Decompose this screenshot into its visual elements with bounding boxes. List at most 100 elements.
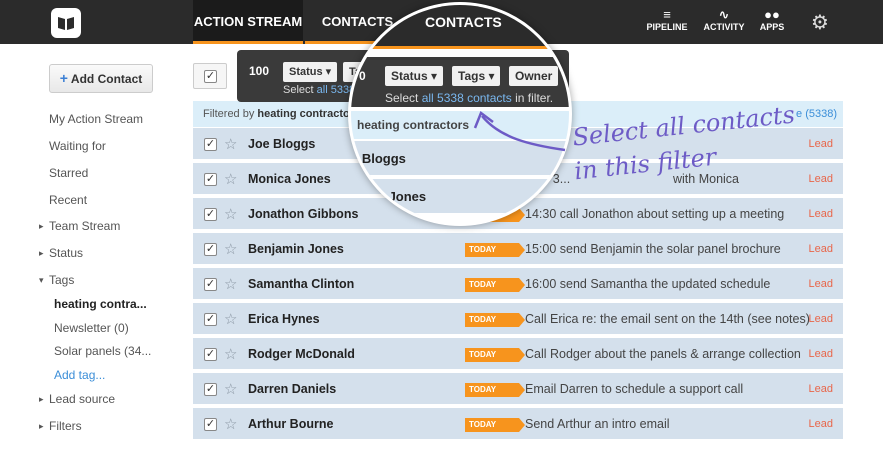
today-badge: TODAY	[465, 348, 525, 362]
magnified-row-2-name: onica Jones	[351, 189, 427, 204]
sidebar-item-tags[interactable]: Tags	[39, 273, 75, 287]
contact-name[interactable]: Monica Jones	[248, 172, 331, 186]
task-text[interactable]: Send Arthur an intro email	[525, 417, 670, 431]
lead-status-label[interactable]: Lead	[809, 278, 833, 290]
task-text[interactable]: Email Darren to schedule a support call	[525, 382, 743, 396]
magnified-select-all-link[interactable]: all 5338 contacts	[422, 91, 512, 105]
task-text[interactable]: Call Erica re: the email sent on the 14t…	[525, 312, 810, 326]
lead-status-label[interactable]: Lead	[809, 138, 833, 150]
row-checkbox[interactable]: ✓	[204, 243, 217, 256]
magnified-row-2: onica Jones	[351, 179, 569, 215]
task-text[interactable]: 16:00 send Samantha the updated schedule	[525, 277, 770, 291]
lead-status-label[interactable]: Lead	[809, 313, 833, 325]
sidebar-item-team-stream[interactable]: Team Stream	[39, 219, 120, 233]
lead-status-label[interactable]: Lead	[809, 383, 833, 395]
contact-name[interactable]: Erica Hynes	[248, 312, 320, 326]
contact-row[interactable]: ✓ ☆ Rodger McDonald TODAY Call Rodger about …	[193, 338, 843, 371]
filter-tag: heating contractors	[257, 108, 361, 120]
app-logo[interactable]	[51, 8, 81, 38]
lead-status-label[interactable]: Lead	[809, 418, 833, 430]
filter-count: e (5338)	[796, 108, 837, 120]
book-logo-icon	[58, 17, 74, 30]
star-icon[interactable]: ☆	[224, 380, 237, 398]
lead-status-label[interactable]: Lead	[809, 208, 833, 220]
filter-icon: ≡	[663, 7, 671, 22]
contact-name[interactable]: Samantha Clinton	[248, 277, 354, 291]
magnified-status-button[interactable]: Status ▾	[385, 66, 444, 86]
magnifier-lens: CONTACTS 0 Status ▾ Tags ▾ Owner Select …	[348, 2, 572, 226]
magnified-contacts-tab: CONTACTS	[425, 14, 502, 30]
tab-action-stream[interactable]: ACTION STREAM	[193, 0, 303, 44]
nav-apps[interactable]: ●● APPS	[756, 7, 788, 33]
row-checkbox[interactable]: ✓	[204, 173, 217, 186]
sidebar-item-lead-source[interactable]: Lead source	[39, 392, 115, 406]
contact-row[interactable]: ✓ ☆ Erica Hynes TODAY Call Erica re: the ema…	[193, 303, 843, 336]
magnified-row-1: e Bloggs	[351, 141, 569, 177]
status-dropdown-button[interactable]: Status ▾	[283, 62, 338, 82]
star-icon[interactable]: ☆	[224, 275, 237, 293]
apps-icon: ●●	[764, 7, 780, 22]
select-all-filter-prompt: Select all 5338	[283, 84, 355, 96]
nav-pipeline[interactable]: ≡ PIPELINE	[643, 7, 691, 33]
contact-name[interactable]: Benjamin Jones	[248, 242, 344, 256]
row-checkbox[interactable]: ✓	[204, 313, 217, 326]
lead-status-label[interactable]: Lead	[809, 173, 833, 185]
magnified-count: 0	[359, 69, 366, 83]
add-contact-button[interactable]: + Add Contact	[49, 64, 153, 93]
lead-status-label[interactable]: Lead	[809, 243, 833, 255]
select-all-prefix: Select	[283, 84, 314, 96]
star-icon[interactable]: ☆	[224, 415, 237, 433]
sidebar-item-my-action-stream[interactable]: My Action Stream	[49, 112, 143, 126]
magnified-owner-button[interactable]: Owner	[509, 66, 559, 86]
contact-name[interactable]: Darren Daniels	[248, 382, 336, 396]
contact-row[interactable]: ✓ ☆ Benjamin Jones TODAY 15:00 send Benjamin…	[193, 233, 843, 266]
contact-name[interactable]: Rodger McDonald	[248, 347, 355, 361]
row-checkbox[interactable]: ✓	[204, 138, 217, 151]
sidebar-item-recent[interactable]: Recent	[49, 193, 87, 207]
sidebar-tag-heating-contractors[interactable]: heating contra...	[54, 297, 147, 311]
contact-row[interactable]: ✓ ☆ Samantha Clinton TODAY 16:00 send Samant…	[193, 268, 843, 301]
row-checkbox[interactable]: ✓	[204, 278, 217, 291]
sidebar-item-starred[interactable]: Starred	[49, 166, 88, 180]
add-tag-link[interactable]: Add tag...	[54, 368, 105, 382]
task-text[interactable]: 15:00 send Benjamin the solar panel broc…	[525, 242, 781, 256]
row-checkbox[interactable]: ✓	[204, 348, 217, 361]
star-icon[interactable]: ☆	[224, 240, 237, 258]
star-icon[interactable]: ☆	[224, 170, 237, 188]
select-all-checkbox[interactable]: ✓	[204, 70, 217, 83]
task-text[interactable]: Call Rodger about the panels & arrange c…	[525, 347, 801, 361]
sidebar-tag-solar-panels[interactable]: Solar panels (34...	[54, 344, 151, 358]
row-checkbox[interactable]: ✓	[204, 383, 217, 396]
magnified-tab-underline	[351, 46, 569, 49]
nav-apps-label: APPS	[759, 22, 785, 32]
filter-prefix: Filtered by	[203, 108, 255, 120]
star-icon[interactable]: ☆	[224, 135, 237, 153]
row-checkbox[interactable]: ✓	[204, 208, 217, 221]
star-icon[interactable]: ☆	[224, 310, 237, 328]
nav-activity[interactable]: ∿ ACTIVITY	[700, 8, 748, 33]
selected-count: 100	[249, 64, 270, 78]
sidebar-item-waiting-for[interactable]: Waiting for	[49, 139, 106, 153]
today-badge: TODAY	[465, 418, 525, 432]
gear-icon[interactable]: ⚙	[811, 10, 829, 35]
contact-name[interactable]: Jonathon Gibbons	[248, 207, 358, 221]
sidebar-item-filters[interactable]: Filters	[39, 419, 82, 433]
row-checkbox[interactable]: ✓	[204, 418, 217, 431]
magnified-select-prompt: Select all 5338 contacts in filter.	[385, 91, 553, 105]
star-icon[interactable]: ☆	[224, 345, 237, 363]
sidebar-tag-newsletter[interactable]: Newsletter (0)	[54, 321, 129, 335]
today-badge: TODAY	[465, 313, 525, 327]
contact-name[interactable]: Arthur Bourne	[248, 417, 333, 431]
select-all-checkbox-button[interactable]: ✓	[193, 63, 227, 89]
sidebar-item-status[interactable]: Status	[39, 246, 83, 260]
lead-status-label[interactable]: Lead	[809, 348, 833, 360]
magnified-tags-button[interactable]: Tags ▾	[452, 66, 501, 86]
magnified-filter-tag: heating contractors	[351, 111, 569, 139]
contact-row[interactable]: ✓ ☆ Darren Daniels TODAY Email Darren to sch…	[193, 373, 843, 406]
magnified-select-suffix: in filter.	[515, 91, 554, 105]
magnified-row-1-name: e Bloggs	[351, 151, 406, 166]
magnified-tags-label: Tags	[458, 69, 486, 83]
contact-row[interactable]: ✓ ☆ Arthur Bourne TODAY Send Arthur an intro…	[193, 408, 843, 441]
star-icon[interactable]: ☆	[224, 205, 237, 223]
contact-name[interactable]: Joe Bloggs	[248, 137, 315, 151]
